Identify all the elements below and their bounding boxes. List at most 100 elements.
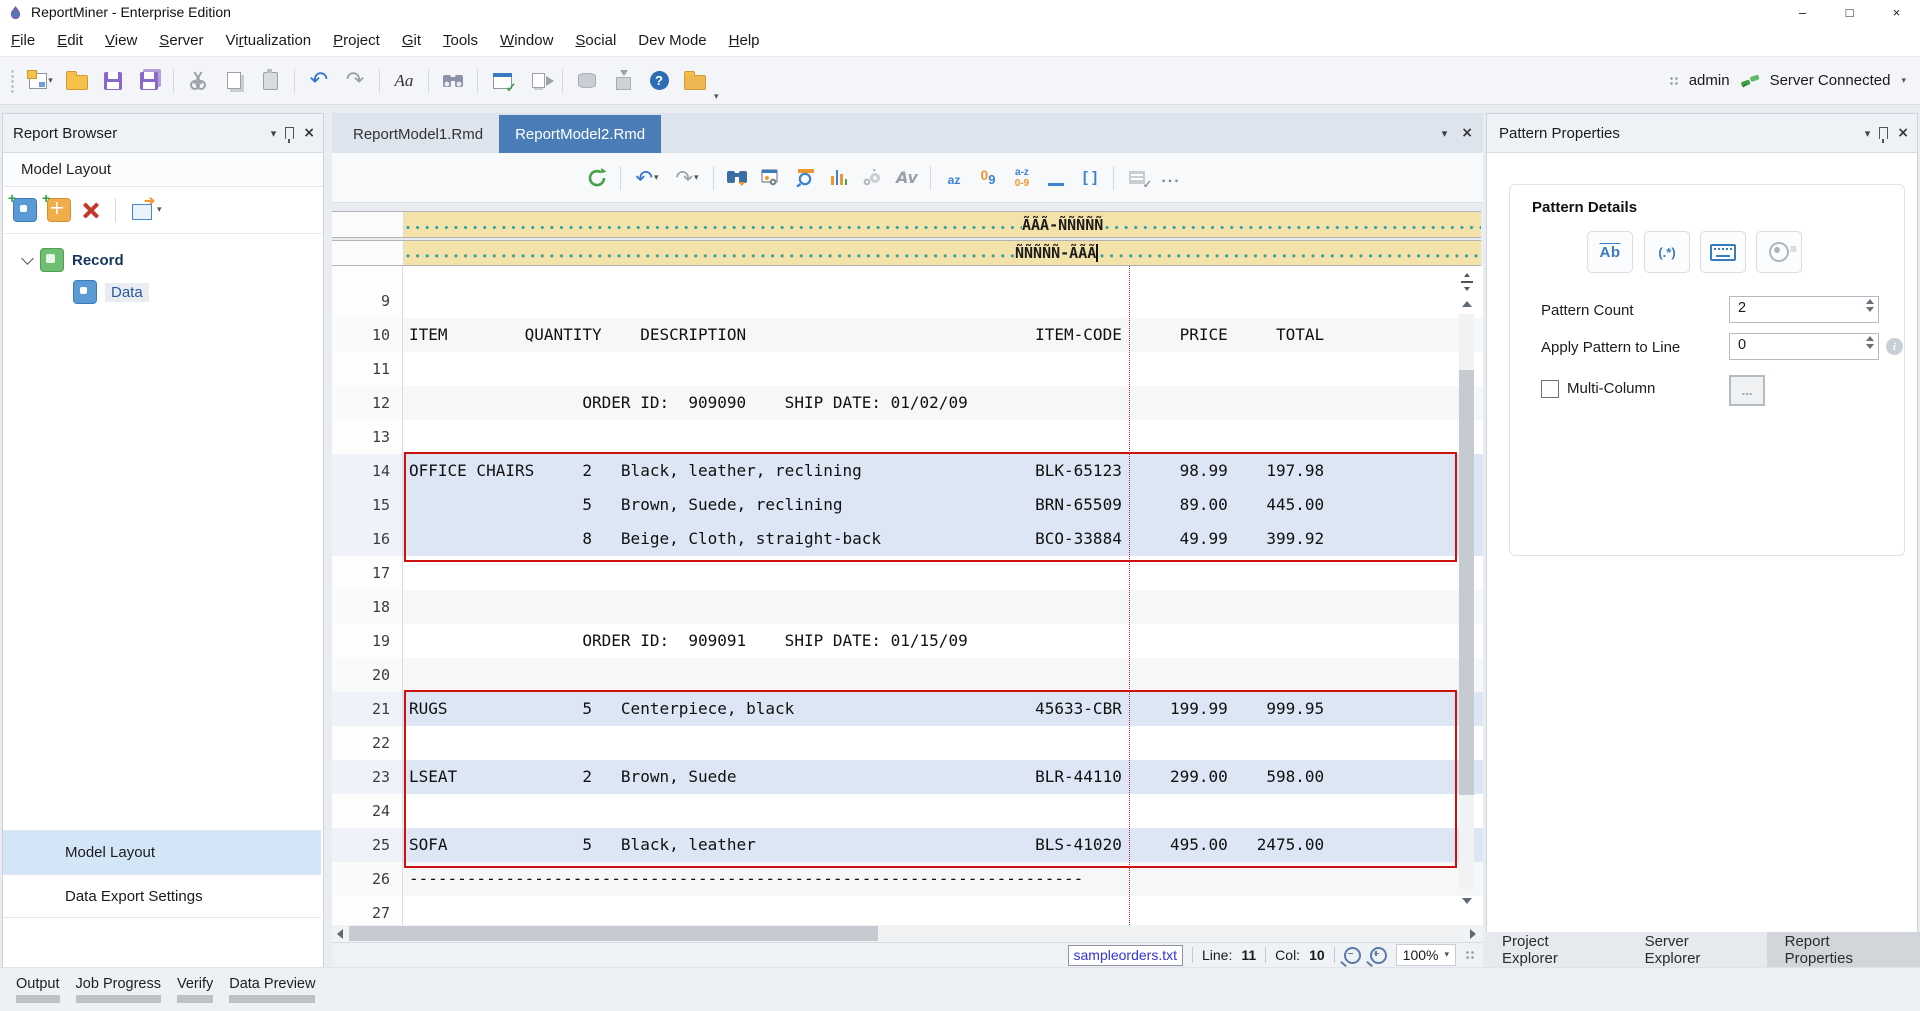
scroll-left-button[interactable] (332, 925, 348, 942)
tree-node-data[interactable]: Data (73, 280, 323, 304)
spin-down-icon[interactable] (1866, 344, 1874, 349)
nav-data-export-settings[interactable]: Data Export Settings (3, 874, 321, 918)
add-data-region-button[interactable] (13, 198, 37, 222)
record-node-label[interactable]: Record (72, 252, 124, 269)
doc-line-15[interactable]: 15 5 Brown, Suede, reclining BRN-65509 8… (332, 488, 1483, 522)
minimize-button[interactable]: – (1779, 0, 1826, 24)
menu-server[interactable]: Server (148, 32, 214, 49)
doc-line-23[interactable]: 23LSEAT 2 Brown, Suede BLR-44110 299.00 … (332, 760, 1483, 794)
doc-line-12[interactable]: 12 ORDER ID: 909090 SHIP DATE: 01/02/09 (332, 386, 1483, 420)
resize-grip[interactable] (1465, 950, 1475, 960)
doc-line-17[interactable]: 17 (332, 556, 1483, 590)
new-model-button[interactable]: ▾ (26, 66, 56, 96)
menu-window[interactable]: Window (489, 32, 564, 49)
doc-line-26[interactable]: 26--------------------------------------… (332, 862, 1483, 896)
tab-project-explorer[interactable]: Project Explorer (1484, 932, 1627, 967)
scroll-up-button[interactable] (1457, 295, 1477, 313)
help-button[interactable]: ? (644, 66, 674, 96)
maximize-button[interactable]: □ (1826, 0, 1873, 24)
find-next-pattern-button[interactable] (723, 164, 751, 192)
toolbar-overflow[interactable]: ▾ (714, 92, 719, 102)
doc-line-13[interactable]: 13 (332, 420, 1483, 454)
doc-line-27[interactable]: 27 (332, 896, 1483, 925)
doc-line-11[interactable]: 11 (332, 352, 1483, 386)
brackets-button[interactable]: [ ] (1076, 164, 1104, 192)
menu-virtualization[interactable]: Virtualization (215, 32, 323, 49)
vertical-scroll-thumb[interactable] (1459, 370, 1474, 795)
save-button[interactable] (98, 66, 128, 96)
doc-line-25[interactable]: 25SOFA 5 Black, leather BLS-41020 495.00… (332, 828, 1483, 862)
auto-create-fields-button[interactable] (859, 164, 887, 192)
char-range-button[interactable]: a-z0-9 (1008, 164, 1036, 192)
menu-social[interactable]: Social (564, 32, 627, 49)
menu-dev-mode[interactable]: Dev Mode (627, 32, 717, 49)
close-button[interactable]: × (1873, 0, 1920, 24)
spin-up-icon[interactable] (1866, 336, 1874, 341)
delete-button[interactable] (81, 201, 99, 219)
apply-pattern-input[interactable]: 0 (1729, 333, 1879, 360)
menu-view[interactable]: View (94, 32, 148, 49)
deploy-button[interactable] (608, 66, 638, 96)
zoom-out-icon[interactable] (1344, 947, 1361, 964)
auto-pattern-button[interactable] (1756, 231, 1802, 273)
font-button[interactable]: Aa (389, 66, 419, 96)
field-list-button[interactable] (1123, 164, 1151, 192)
save-all-button[interactable] (134, 66, 164, 96)
doc-line-22[interactable]: 22 (332, 726, 1483, 760)
doc-line-14[interactable]: 14OFFICE CHAIRS 2 Black, leather, reclin… (332, 454, 1483, 488)
zoom-in-icon[interactable] (1370, 947, 1387, 964)
regex-pattern-button[interactable]: (.*) (1644, 231, 1690, 273)
tab-data-preview[interactable]: Data Preview (229, 976, 315, 1003)
blank-space-button[interactable] (1042, 164, 1070, 192)
verify-button[interactable] (487, 66, 517, 96)
find-button[interactable] (438, 66, 468, 96)
doc-line-16[interactable]: 16 8 Beige, Cloth, straight-back BCO-338… (332, 522, 1483, 556)
split-editor-handle[interactable] (1459, 272, 1475, 292)
tab-server-explorer[interactable]: Server Explorer (1627, 932, 1767, 967)
paste-button[interactable] (255, 66, 285, 96)
data-node-label[interactable]: Data (105, 283, 149, 302)
tree-node-record[interactable]: Record (23, 248, 323, 272)
keyboard-pattern-button[interactable] (1700, 231, 1746, 273)
toolbar-grip[interactable] (10, 69, 15, 93)
zoom-level-select[interactable]: 100%▾ (1396, 944, 1456, 966)
doc-line-20[interactable]: 20 (332, 658, 1483, 692)
pattern-settings-button[interactable] (757, 164, 785, 192)
text-pattern-button[interactable]: Ab (1587, 231, 1633, 273)
doc-line-19[interactable]: 19 ORDER ID: 909091 SHIP DATE: 01/15/09 (332, 624, 1483, 658)
pattern-row-2[interactable]: ÑÑÑÑÑ-ÃÃÃ (332, 240, 1481, 266)
panel-close-icon[interactable]: × (1897, 125, 1909, 141)
source-file-chip[interactable]: sampleorders.txt (1068, 945, 1183, 966)
run-models-button[interactable] (523, 66, 553, 96)
panel-menu-icon[interactable]: ▾ (1865, 127, 1871, 140)
doc-line-9[interactable]: 9 (332, 284, 1483, 318)
status-overflow[interactable]: ▾ (1901, 76, 1906, 86)
pattern-row-1[interactable]: ÃÃÃ-ÑÑÑÑÑ (332, 211, 1481, 238)
tab-reportmodel1[interactable]: ReportModel1.Rmd (337, 115, 499, 153)
multi-column-more-button[interactable]: ... (1729, 375, 1765, 406)
menu-file[interactable]: File (0, 32, 46, 49)
tab-job-progress[interactable]: Job Progress (76, 976, 161, 1003)
browse-button[interactable] (680, 66, 710, 96)
database-button[interactable] (572, 66, 602, 96)
tab-close-icon[interactable]: × (1461, 125, 1473, 141)
doc-line-21[interactable]: 21RUGS 5 Centerpiece, black 45633-CBR 19… (332, 692, 1483, 726)
redo-change-button[interactable]: ↷▾ (670, 164, 704, 192)
tab-reportmodel2[interactable]: ReportModel2.Rmd (499, 115, 661, 153)
preview-button[interactable] (791, 164, 819, 192)
status-grip[interactable] (1669, 76, 1679, 86)
tab-output[interactable]: Output (16, 976, 60, 1003)
menu-git[interactable]: Git (391, 32, 432, 49)
undo-button[interactable]: ↶ (304, 66, 334, 96)
menu-tools[interactable]: Tools (432, 32, 489, 49)
undo-change-button[interactable]: ↶▾ (630, 164, 664, 192)
pattern-2-text[interactable]: ÑÑÑÑÑ-ÃÃÃ (1015, 244, 1096, 262)
doc-line-10[interactable]: 10ITEM QUANTITY DESCRIPTION ITEM-CODE PR… (332, 318, 1483, 352)
pin-icon[interactable] (285, 127, 294, 139)
pattern-count-input[interactable]: 2 (1729, 296, 1879, 323)
font-style-button[interactable]: Av (893, 164, 921, 192)
analysis-chart-button[interactable] (825, 164, 853, 192)
sort-alpha-button[interactable]: az (940, 164, 968, 192)
chevron-down-icon[interactable] (21, 252, 34, 265)
panel-menu-icon[interactable]: ▾ (271, 127, 277, 140)
